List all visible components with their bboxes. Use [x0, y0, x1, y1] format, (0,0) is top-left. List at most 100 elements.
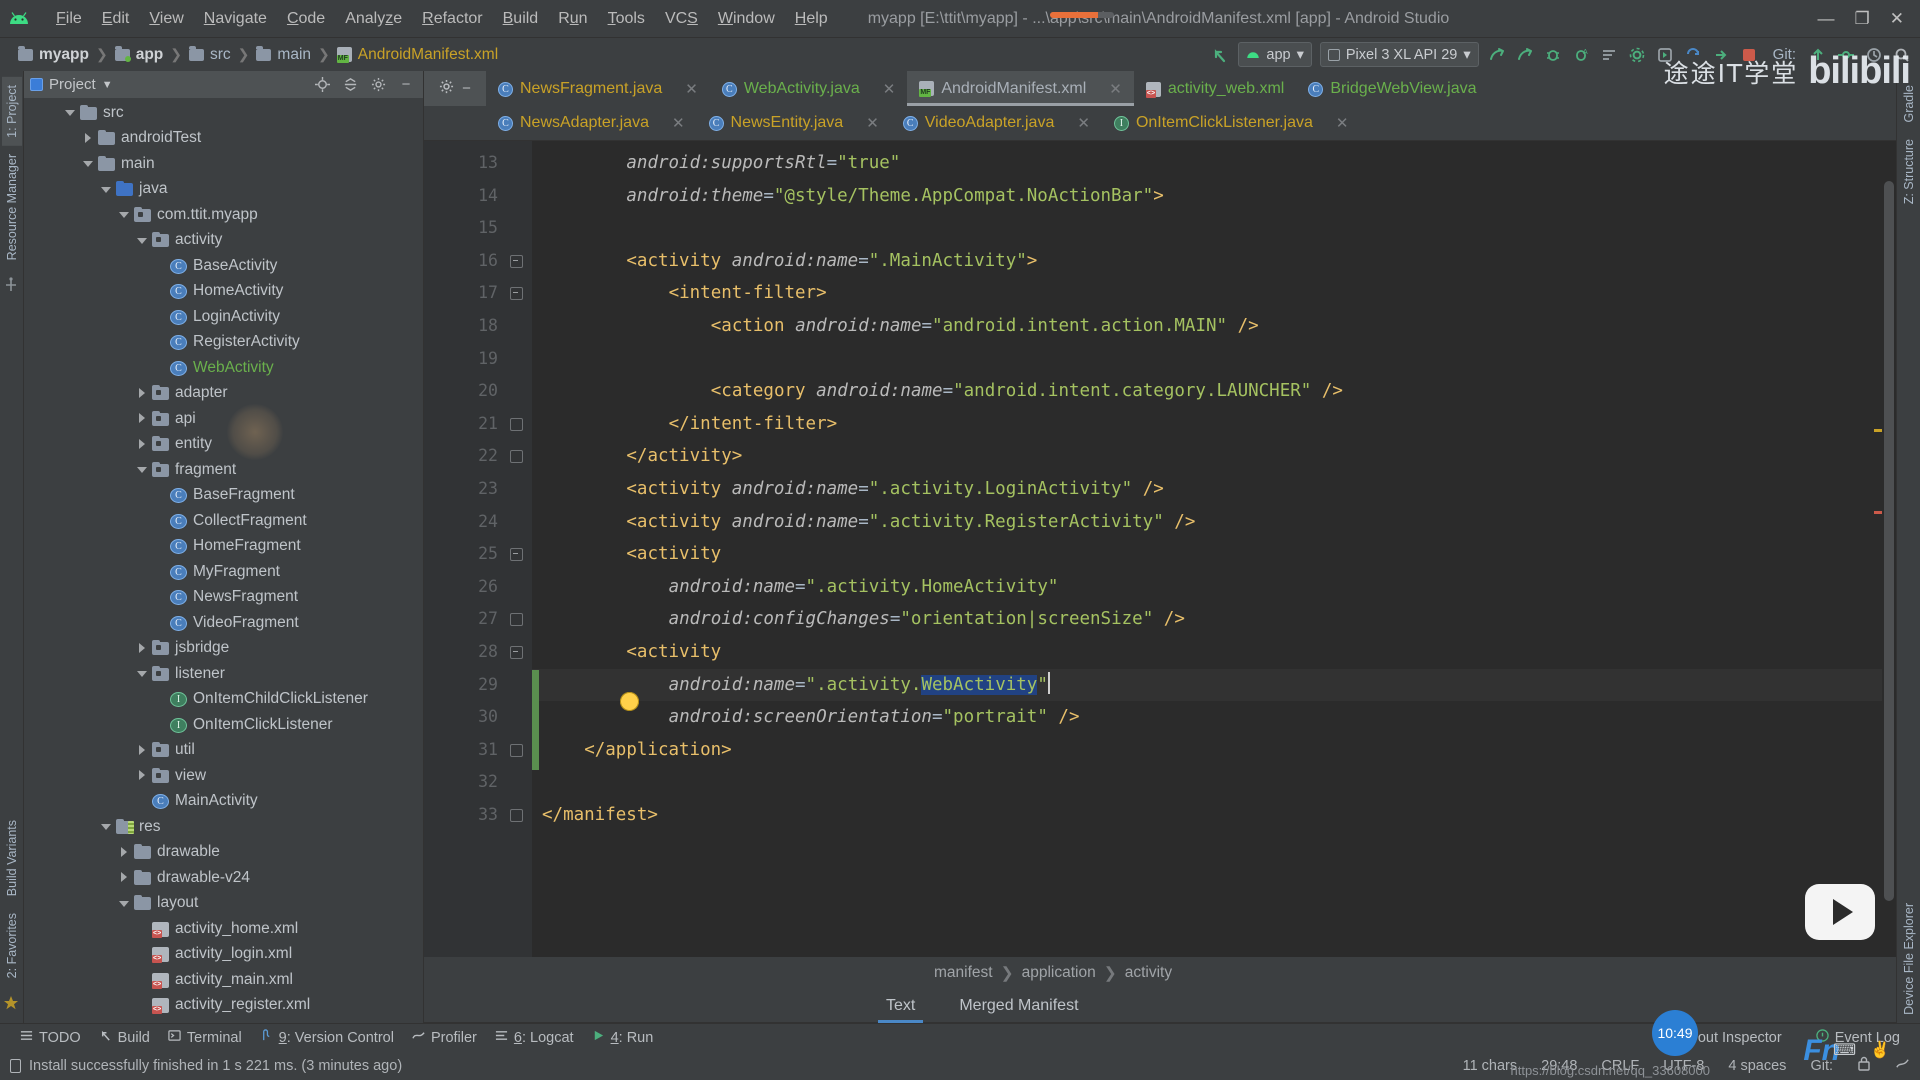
- code-line[interactable]: android:supportsRtl="true": [532, 147, 1896, 180]
- menu-vcs[interactable]: VCS: [655, 7, 708, 31]
- device-selector[interactable]: Pixel 3 XL API 29 ▾: [1319, 42, 1479, 67]
- menu-analyze[interactable]: Analyze: [335, 7, 412, 31]
- code-line[interactable]: </intent-filter>: [532, 408, 1896, 441]
- toolwindow-version-control[interactable]: 9: Version Control: [254, 1027, 406, 1048]
- close-tab-icon[interactable]: ✕: [1336, 114, 1349, 132]
- tree-item-androidtest[interactable]: androidTest: [24, 126, 423, 152]
- code-line[interactable]: </manifest>: [532, 799, 1896, 832]
- tree-item-drawable[interactable]: drawable: [24, 840, 423, 866]
- editor-scrollbar[interactable]: [1882, 141, 1896, 957]
- sdk-manager-icon[interactable]: [1623, 42, 1651, 68]
- minimize-button[interactable]: —: [1818, 9, 1835, 29]
- code-line[interactable]: <activity: [532, 636, 1896, 669]
- code-fold-toggle[interactable]: [510, 417, 523, 431]
- code-fold-toggle[interactable]: [510, 808, 523, 822]
- tree-item-registeractivity[interactable]: C RegisterActivity: [24, 330, 423, 356]
- code-line[interactable]: </activity>: [532, 440, 1896, 473]
- editor-tab-newsfragment-java[interactable]: C NewsFragment.java ✕: [486, 71, 710, 106]
- tree-item-api[interactable]: api: [24, 406, 423, 432]
- toolwindow-profiler[interactable]: Profiler: [406, 1027, 489, 1048]
- tree-item-util[interactable]: util: [24, 738, 423, 764]
- code-line[interactable]: <activity android:name=".activity.LoginA…: [532, 473, 1896, 506]
- tree-item-src[interactable]: src: [24, 100, 423, 126]
- editor-tab-newsadapter-java[interactable]: C NewsAdapter.java ✕: [486, 106, 697, 140]
- code-editor[interactable]: 13 14 15 16 17 18 19 20 21 22 23 24 25 26 27 28 29 30 31 32…: [424, 141, 1896, 957]
- intention-bulb-icon[interactable]: [620, 692, 639, 711]
- hide-editor-icon[interactable]: −: [462, 80, 471, 97]
- code-line[interactable]: <action android:name="android.intent.act…: [532, 310, 1896, 343]
- close-tab-icon[interactable]: ✕: [866, 114, 879, 132]
- tree-item-drawable-v24[interactable]: drawable-v24: [24, 865, 423, 891]
- tree-item-activity[interactable]: activity: [24, 228, 423, 254]
- code-fold-toggle[interactable]: [510, 450, 523, 464]
- menu-navigate[interactable]: Navigate: [194, 7, 277, 31]
- module-selector[interactable]: app ▾: [1238, 42, 1312, 67]
- menu-run[interactable]: Run: [548, 7, 597, 31]
- tree-item-newsfragment[interactable]: C NewsFragment: [24, 585, 423, 611]
- structure-icon[interactable]: [3, 277, 21, 295]
- code-line[interactable]: <activity android:name=".activity.Regist…: [532, 506, 1896, 539]
- code-line[interactable]: <intent-filter>: [532, 277, 1896, 310]
- chevron-down-icon[interactable]: [136, 667, 149, 680]
- chevron-right-icon[interactable]: [136, 412, 149, 425]
- code-content[interactable]: android:supportsRtl="true" android:theme…: [532, 141, 1896, 957]
- tree-item-view[interactable]: view: [24, 763, 423, 789]
- editor-breadcrumb-manifest[interactable]: manifest: [934, 964, 993, 982]
- breadcrumb-src[interactable]: src: [210, 46, 231, 64]
- menu-build[interactable]: Build: [493, 7, 549, 31]
- code-fold-toggle[interactable]: [510, 548, 523, 562]
- rail-tab-build-variants[interactable]: Build Variants: [2, 812, 22, 904]
- chevron-down-icon[interactable]: [118, 208, 131, 221]
- menu-tools[interactable]: Tools: [598, 7, 655, 31]
- code-fold-toggle[interactable]: [510, 613, 523, 627]
- chevron-down-icon[interactable]: [118, 897, 131, 910]
- editor-tab-newsentity-java[interactable]: C NewsEntity.java ✕: [697, 106, 891, 140]
- maximize-button[interactable]: ❐: [1855, 9, 1870, 29]
- menu-code[interactable]: Code: [277, 7, 335, 31]
- chevron-down-icon[interactable]: [100, 183, 113, 196]
- breadcrumb-main[interactable]: main: [277, 46, 311, 64]
- attach-debugger-icon[interactable]: A: [1567, 42, 1595, 68]
- tree-item-homeactivity[interactable]: C HomeActivity: [24, 279, 423, 305]
- close-tab-icon[interactable]: ✕: [883, 80, 896, 98]
- tree-item-com-ttit-myapp[interactable]: com.ttit.myapp: [24, 202, 423, 228]
- code-fold-toggle[interactable]: [510, 645, 523, 659]
- inspections-icon[interactable]: [1895, 1056, 1910, 1075]
- menu-file[interactable]: File: [46, 7, 92, 31]
- tree-item-jsbridge[interactable]: jsbridge: [24, 636, 423, 662]
- close-tab-icon[interactable]: ✕: [672, 114, 685, 132]
- chevron-right-icon[interactable]: [136, 744, 149, 757]
- editor-tab-androidmanifest-xml[interactable]: AndroidManifest.xml ✕: [907, 71, 1134, 106]
- editor-tab-bridgewebview-java[interactable]: C BridgeWebView.java: [1296, 71, 1488, 106]
- breadcrumb-app[interactable]: app: [136, 46, 164, 64]
- toolwindow-build[interactable]: Build: [93, 1027, 162, 1048]
- debug-icon[interactable]: [1539, 42, 1567, 68]
- search-icon[interactable]: [1888, 42, 1916, 68]
- tree-item-webactivity[interactable]: C WebActivity: [24, 355, 423, 381]
- tree-item-adapter[interactable]: adapter: [24, 381, 423, 407]
- chevron-down-icon[interactable]: ▼: [102, 79, 113, 91]
- editor-tab-activity-web-xml[interactable]: activity_web.xml: [1134, 71, 1296, 106]
- close-tab-icon[interactable]: ✕: [1077, 114, 1090, 132]
- code-fold-toggle[interactable]: [510, 254, 523, 268]
- chevron-down-icon[interactable]: [100, 820, 113, 833]
- rail-tab-project[interactable]: 1: Project: [1, 77, 22, 146]
- menu-view[interactable]: View: [139, 7, 193, 31]
- chevron-right-icon[interactable]: [118, 846, 131, 859]
- rail-tab-device-file-explorer[interactable]: Device File Explorer: [1899, 895, 1919, 1023]
- tree-item-baseactivity[interactable]: C BaseActivity: [24, 253, 423, 279]
- breadcrumb-myapp[interactable]: myapp: [39, 46, 89, 64]
- tree-item-onitemclicklistener[interactable]: I OnItemClickListener: [24, 712, 423, 738]
- project-tree[interactable]: src androidTest main java com.ttit.myapp acti…: [24, 98, 423, 1023]
- editor-tab-videoadapter-java[interactable]: C VideoAdapter.java ✕: [891, 106, 1102, 140]
- tree-item-activity-login-xml[interactable]: activity_login.xml: [24, 942, 423, 968]
- hide-panel-icon[interactable]: −: [395, 74, 417, 96]
- apply-code-changes-icon[interactable]: [1707, 42, 1735, 68]
- tree-item-activity-register-xml[interactable]: activity_register.xml: [24, 993, 423, 1019]
- code-line[interactable]: android:screenOrientation="portrait" />: [532, 701, 1896, 734]
- chevron-right-icon[interactable]: [82, 132, 95, 145]
- code-line[interactable]: <activity android:name=".MainActivity">: [532, 245, 1896, 278]
- tree-item-collectfragment[interactable]: C CollectFragment: [24, 508, 423, 534]
- tree-item-mainactivity[interactable]: C MainActivity: [24, 789, 423, 815]
- chevron-right-icon[interactable]: [136, 769, 149, 782]
